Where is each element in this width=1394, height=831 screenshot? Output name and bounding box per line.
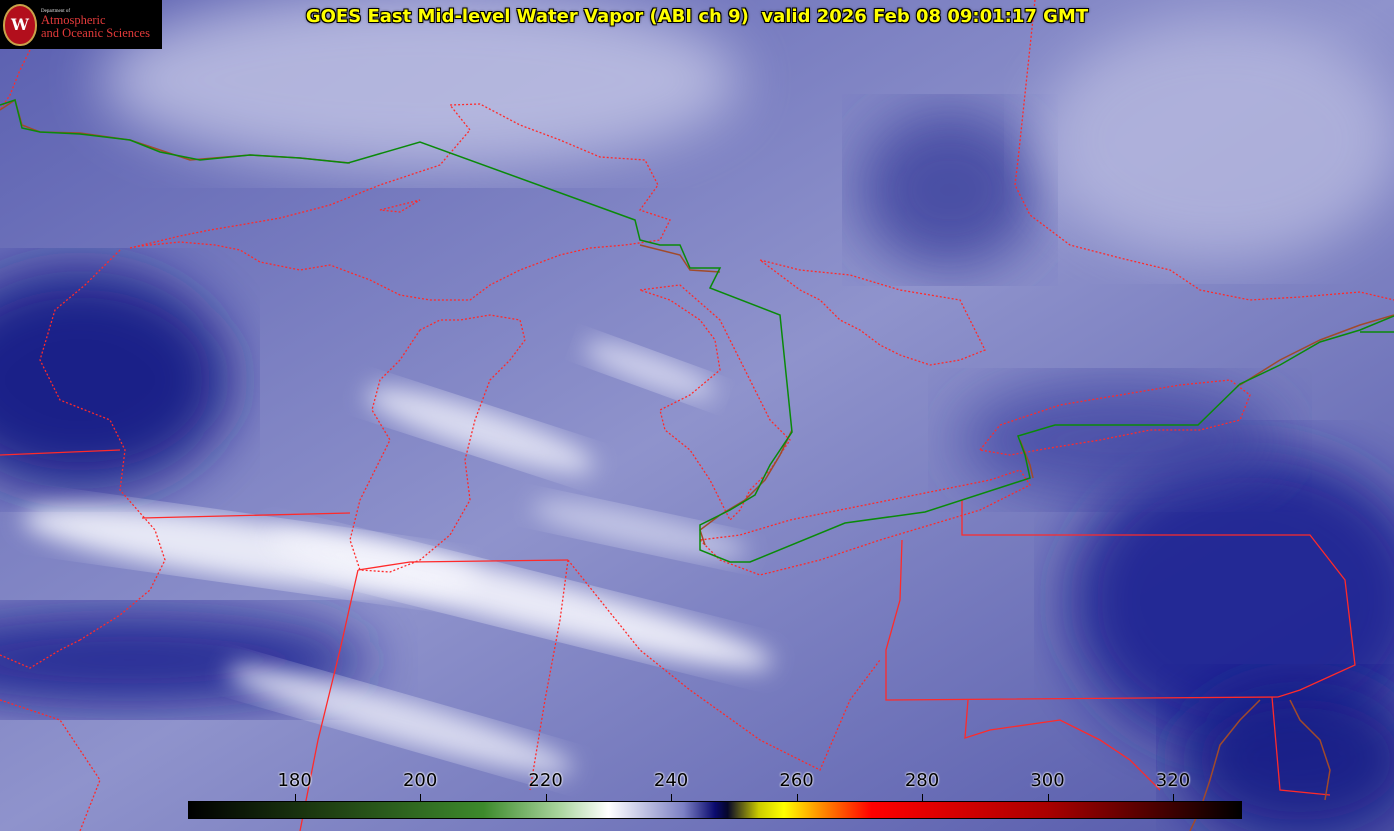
colorbar-tick-label: 180 xyxy=(277,770,312,791)
water-vapor-map xyxy=(0,0,1394,831)
colorbar-tick-label: 300 xyxy=(1030,770,1065,791)
university-logo: W Department of Atmospheric and Oceanic … xyxy=(0,0,162,49)
colorbar-tick-label: 220 xyxy=(528,770,563,791)
colorbar-tick-mark xyxy=(671,794,673,801)
vapor-field xyxy=(0,0,1394,831)
logo-line-2: and Oceanic Sciences xyxy=(41,26,150,41)
temperature-colorbar xyxy=(188,801,1242,819)
colorbar-tick-mark xyxy=(1047,794,1049,801)
colorbar-tick-mark xyxy=(420,794,422,801)
colorbar-tick-mark xyxy=(294,794,296,801)
colorbar-tick-mark xyxy=(1172,794,1174,801)
colorbar-tick-label: 240 xyxy=(653,770,689,791)
university-seal-icon: W xyxy=(3,3,37,46)
logo-text: Department of Atmospheric and Oceanic Sc… xyxy=(41,9,150,41)
colorbar-tick-label: 320 xyxy=(1155,770,1191,791)
map-title: GOES East Mid-level Water Vapor (ABI ch … xyxy=(305,6,1089,27)
colorbar-tick-label: 200 xyxy=(402,770,438,791)
colorbar-tick-label: 260 xyxy=(779,770,814,791)
colorbar-tick-mark xyxy=(796,794,798,801)
colorbar-tick-mark xyxy=(922,794,924,801)
colorbar-tick-label: 280 xyxy=(904,770,940,791)
colorbar-tick-mark xyxy=(545,794,547,801)
